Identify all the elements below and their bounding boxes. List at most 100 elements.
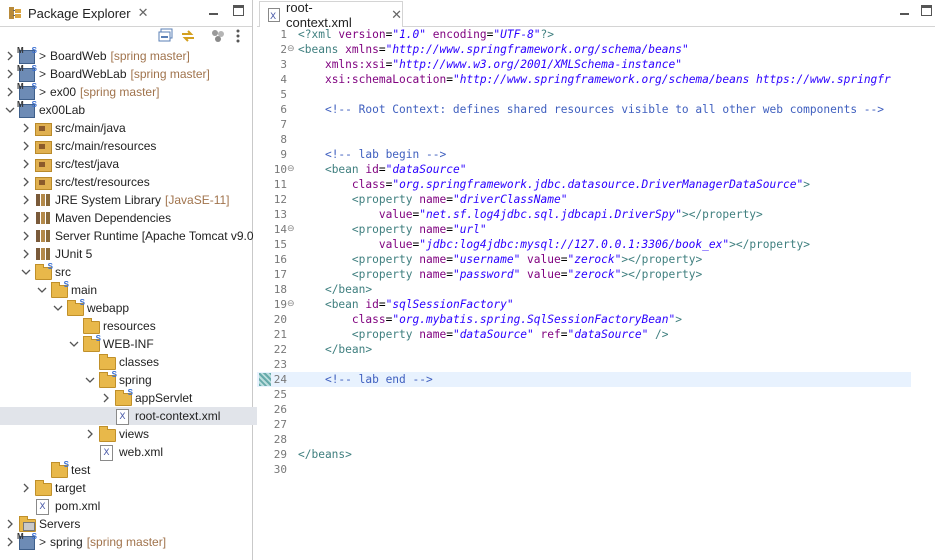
code-line[interactable]: <?xml version="1.0" encoding="UTF-8"?> bbox=[298, 27, 910, 42]
expand-chevron-icon[interactable] bbox=[4, 518, 16, 530]
collapse-chevron-icon[interactable] bbox=[68, 338, 80, 350]
tree-item[interactable]: src/test/resources bbox=[0, 173, 270, 191]
code-line[interactable]: <property name="dataSource" ref="dataSou… bbox=[298, 327, 910, 342]
line-number: 17 bbox=[273, 268, 287, 281]
tree-item[interactable]: Ssrc bbox=[0, 262, 270, 281]
link-with-editor-icon[interactable] bbox=[180, 28, 196, 44]
collapse-chevron-icon[interactable] bbox=[4, 104, 16, 116]
code-line[interactable] bbox=[298, 417, 910, 432]
expand-chevron-icon[interactable] bbox=[4, 536, 16, 548]
code-line[interactable] bbox=[298, 402, 910, 417]
xml-file-icon: X bbox=[99, 445, 115, 461]
tree-item[interactable]: M S > BoardWeb [spring master] bbox=[0, 46, 254, 65]
fold-toggle-icon[interactable]: ⊖ bbox=[287, 162, 296, 177]
code-line[interactable]: </bean> bbox=[298, 342, 910, 357]
vertical-scrollbar[interactable] bbox=[917, 27, 935, 560]
tree-item[interactable]: Smain bbox=[0, 280, 286, 299]
tree-item[interactable]: M S > spring [spring master] bbox=[0, 532, 254, 551]
code-line[interactable]: <property name="username" value="zerock"… bbox=[298, 252, 910, 267]
code-line[interactable]: value="jdbc:log4jdbc:mysql://127.0.0.1:3… bbox=[298, 237, 910, 252]
expand-chevron-icon[interactable] bbox=[4, 86, 16, 98]
tab-root-context-xml[interactable]: X root-context.xml ✕ bbox=[259, 0, 403, 30]
tree-item[interactable]: M S > ex00 [spring master] bbox=[0, 82, 254, 101]
expand-chevron-icon[interactable] bbox=[4, 50, 16, 62]
code-line[interactable] bbox=[298, 357, 910, 372]
collapse-chevron-icon[interactable] bbox=[20, 266, 32, 278]
tree-item[interactable]: src/main/resources bbox=[0, 137, 270, 155]
close-icon[interactable]: ✕ bbox=[138, 5, 149, 21]
tree-item[interactable]: JRE System Library [JavaSE-11] bbox=[0, 191, 270, 209]
view-menu-icon[interactable] bbox=[230, 28, 246, 44]
expand-chevron-icon[interactable] bbox=[20, 176, 32, 188]
maximize-icon[interactable] bbox=[233, 5, 244, 16]
expand-chevron-icon[interactable] bbox=[20, 212, 32, 224]
code-line[interactable] bbox=[298, 117, 910, 132]
fold-toggle-icon[interactable]: ⊖ bbox=[287, 42, 296, 57]
code-line[interactable]: <!-- Root Context: defines shared resour… bbox=[298, 102, 910, 117]
maximize-icon[interactable] bbox=[921, 5, 932, 16]
code-token: xmlns:xsi bbox=[324, 58, 386, 71]
code-line[interactable]: xsi:schemaLocation="http://www.springfra… bbox=[298, 72, 910, 87]
git-branch-decoration: [JavaSE-11] bbox=[165, 193, 230, 207]
code-line[interactable]: <bean id="dataSource" bbox=[298, 162, 910, 177]
code-line[interactable] bbox=[298, 462, 910, 477]
code-line[interactable]: class="org.mybatis.spring.SqlSessionFact… bbox=[298, 312, 910, 327]
close-icon[interactable]: ✕ bbox=[391, 7, 402, 23]
tree-item[interactable]: Xpom.xml bbox=[0, 497, 270, 515]
code-line[interactable]: <beans xmlns="http://www.springframework… bbox=[298, 42, 910, 57]
code-line[interactable]: <property name="password" value="zerock"… bbox=[298, 267, 910, 282]
code-line[interactable]: <!-- lab end --> bbox=[298, 372, 910, 387]
code-line[interactable]: </bean> bbox=[298, 282, 910, 297]
tree-item[interactable]: Server Runtime [Apache Tomcat v9.0 bbox=[0, 227, 270, 245]
expand-chevron-icon[interactable] bbox=[20, 194, 32, 206]
tree-item[interactable]: M S > BoardWebLab [spring master] bbox=[0, 64, 254, 83]
fold-toggle-icon[interactable]: ⊖ bbox=[287, 222, 296, 237]
code-line[interactable]: value="net.sf.log4jdbc.sql.jdbcapi.Drive… bbox=[298, 207, 910, 222]
tree-item[interactable]: target bbox=[0, 479, 270, 497]
tree-item-label: pom.xml bbox=[55, 499, 101, 513]
tree-item[interactable]: src/main/java bbox=[0, 119, 270, 137]
code-line[interactable] bbox=[298, 87, 910, 102]
code-token: class bbox=[351, 313, 386, 326]
tree-item[interactable]: src/test/java bbox=[0, 155, 270, 173]
expand-chevron-icon[interactable] bbox=[4, 68, 16, 80]
code-token: version bbox=[338, 28, 386, 41]
code-line[interactable] bbox=[298, 432, 910, 447]
code-line[interactable]: <bean id="sqlSessionFactory" bbox=[298, 297, 910, 312]
code-line[interactable]: <!-- lab begin --> bbox=[298, 147, 910, 162]
expand-chevron-icon[interactable] bbox=[20, 248, 32, 260]
tab-package-explorer[interactable]: Package Explorer ✕ bbox=[2, 2, 150, 24]
minimize-icon[interactable] bbox=[208, 5, 219, 16]
tree-item[interactable]: JUnit 5 bbox=[0, 245, 270, 263]
code-line[interactable]: xmlns:xsi="http://www.w3.org/2001/XMLSch… bbox=[298, 57, 910, 72]
fold-toggle-icon[interactable]: ⊖ bbox=[287, 297, 296, 312]
expand-chevron-icon[interactable] bbox=[20, 158, 32, 170]
code-line[interactable] bbox=[298, 132, 910, 147]
expand-chevron-icon[interactable] bbox=[84, 428, 96, 440]
expand-chevron-icon[interactable] bbox=[100, 392, 112, 404]
expand-chevron-icon[interactable] bbox=[20, 122, 32, 134]
focus-on-active-task-icon[interactable] bbox=[210, 28, 226, 44]
tree-item[interactable]: Maven Dependencies bbox=[0, 209, 270, 227]
code-line[interactable]: </beans> bbox=[298, 447, 910, 462]
folder-icon: S bbox=[51, 460, 69, 478]
code-line[interactable]: <property name="url" bbox=[298, 222, 910, 237]
minimize-icon[interactable] bbox=[899, 5, 910, 16]
expand-chevron-icon[interactable] bbox=[20, 230, 32, 242]
tree-item-label: web.xml bbox=[119, 445, 164, 459]
code-area[interactable]: 1 <?xml version="1.0" encoding="UTF-8"?> 2… bbox=[257, 27, 935, 560]
line-number: 9 bbox=[280, 148, 287, 161]
collapse-all-icon[interactable] bbox=[158, 28, 174, 44]
code-line[interactable]: class="org.springframework.jdbc.datasour… bbox=[298, 177, 910, 192]
collapse-chevron-icon[interactable] bbox=[36, 284, 48, 296]
expand-chevron-icon[interactable] bbox=[20, 140, 32, 152]
code-line[interactable] bbox=[298, 387, 910, 402]
code-line[interactable]: <property name="driverClassName" bbox=[298, 192, 910, 207]
tree-item[interactable]: M Sex00Lab bbox=[0, 100, 254, 119]
expand-chevron-icon[interactable] bbox=[20, 482, 32, 494]
collapse-chevron-icon[interactable] bbox=[52, 302, 64, 314]
tree-item[interactable]: Stest bbox=[0, 460, 286, 479]
tree-item[interactable]: Servers bbox=[0, 515, 254, 533]
collapse-chevron-icon[interactable] bbox=[84, 374, 96, 386]
